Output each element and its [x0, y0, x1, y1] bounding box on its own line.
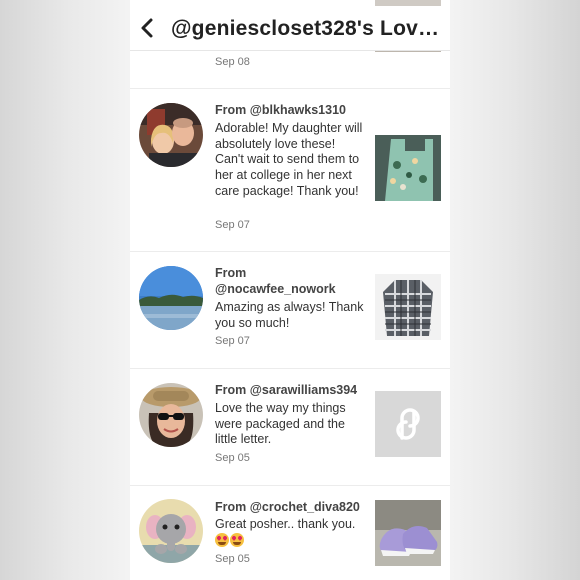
review-author[interactable]: From @sarawilliams394 [215, 382, 365, 398]
review-date: Sep 05 [215, 452, 250, 464]
review-author[interactable]: From @crochet_diva820 [215, 499, 365, 515]
heart-eyes-emoji-icon [215, 532, 229, 547]
poshmark-placeholder-thumbnail[interactable] [375, 391, 441, 457]
review-row[interactable]: From @nocawfee_nowork Amazing as always!… [130, 251, 450, 368]
review-message-text: Great posher.. thank you. [215, 517, 356, 531]
heart-eyes-emoji-icon [230, 532, 244, 547]
page-title: @geniescloset328's Love... [171, 17, 441, 40]
couple-photo-avatar[interactable] [139, 103, 203, 167]
review-date: Sep 08 [215, 56, 250, 68]
review-date: Sep 07 [215, 335, 250, 347]
woman-sunglasses-avatar[interactable] [139, 383, 203, 447]
review-date: Sep 07 [215, 219, 250, 231]
review-message: Amazing as always! Thank you so much! [215, 300, 364, 330]
lake-landscape-avatar[interactable] [139, 266, 203, 330]
top-nav-bar: @geniescloset328's Love... [130, 6, 450, 51]
review-row[interactable]: From @blkhawks1310 Adorable! My daughter… [130, 88, 450, 251]
review-row[interactable]: From @sarawilliams394 Love the way my th… [130, 368, 450, 485]
review-message: Adorable! My daughter will absolutely lo… [215, 121, 363, 198]
review-message: Love the way my things were packaged and… [215, 401, 346, 447]
review-author[interactable]: From @blkhawks1310 [215, 102, 365, 118]
review-author[interactable]: From @nocawfee_nowork [215, 265, 365, 297]
review-date: Sep 05 [215, 553, 250, 565]
green-print-dress-thumbnail[interactable] [375, 135, 441, 201]
review-row[interactable]: From @crochet_diva820 Great posher.. tha… [130, 485, 450, 580]
app-screen: Sep 08 From @blkhawks1310 Adorable! My d… [130, 0, 450, 580]
plaid-shirt-thumbnail[interactable] [375, 274, 441, 340]
chevron-left-icon[interactable] [136, 16, 160, 40]
crochet-elephant-avatar[interactable] [139, 499, 203, 563]
purple-sneakers-thumbnail[interactable] [375, 500, 441, 566]
review-message: Great posher.. thank you. [215, 517, 365, 549]
